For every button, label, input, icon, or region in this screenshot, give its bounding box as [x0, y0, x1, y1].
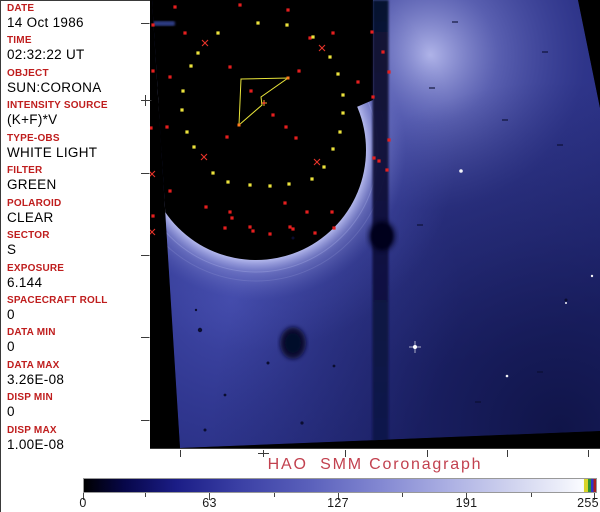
colorbar-tick-label-0: 0 [79, 496, 86, 510]
colorbar-tick-label-3: 191 [456, 496, 478, 510]
field-value: 02:32:22 UT [7, 47, 150, 63]
field-label: DATE [7, 3, 150, 14]
field-object: OBJECTSUN:CORONA [7, 68, 150, 100]
field-label: POLAROID [7, 198, 150, 209]
dust-blob [285, 333, 301, 353]
field-value: SUN:CORONA [7, 80, 150, 96]
exposure-frame [150, 0, 600, 448]
edge-smudge [153, 21, 175, 26]
colorbar-tick-label-2: 127 [327, 496, 349, 510]
field-value: 14 Oct 1986 [7, 15, 150, 31]
field-label: OBJECT [7, 68, 150, 79]
field-label: TIME [7, 35, 150, 46]
field-value: 1.00E-08 [7, 437, 150, 453]
field-value: 3.26E-08 [7, 372, 150, 388]
field-filter: FILTERGREEN [7, 165, 150, 197]
field-time: TIME02:32:22 UT [7, 35, 150, 67]
field-polaroid: POLAROIDCLEAR [7, 198, 150, 230]
pylon-knob [371, 223, 393, 249]
metadata-sidebar: DATE14 Oct 1986 TIME02:32:22 UT OBJECTSU… [0, 0, 150, 455]
field-label: TYPE-OBS [7, 133, 150, 144]
field-type-obs: TYPE-OBSWHITE LIGHT [7, 133, 150, 165]
field-label: DATA MAX [7, 360, 150, 371]
field-label: FILTER [7, 165, 150, 176]
field-label: SECTOR [7, 230, 150, 241]
instrument-caption: HAO SMM Coronagraph [150, 456, 600, 474]
field-date: DATE14 Oct 1986 [7, 3, 150, 35]
field-label: SPACECRAFT ROLL [7, 295, 150, 306]
field-exposure: EXPOSURE6.144 [7, 263, 150, 295]
field-label: DATA MIN [7, 327, 150, 338]
coronagraph-image-panel [150, 0, 600, 448]
field-data-max: DATA MAX3.26E-08 [7, 360, 150, 392]
field-intensity-source: INTENSITY SOURCE(K+F)*V [7, 100, 150, 132]
field-value: GREEN [7, 177, 150, 193]
field-label: DISP MAX [7, 425, 150, 436]
field-sector: SECTORS [7, 230, 150, 262]
field-value: 0 [7, 307, 150, 323]
intensity-colorbar [83, 478, 597, 493]
field-value: (K+F)*V [7, 112, 150, 128]
field-label: EXPOSURE [7, 263, 150, 274]
smm-cp-display-window: DATE14 Oct 1986 TIME02:32:22 UT OBJECTSU… [0, 0, 600, 512]
coronagraph-rendering [150, 0, 600, 448]
field-value: 6.144 [7, 275, 150, 291]
field-data-min: DATA MIN0 [7, 327, 150, 359]
field-label: DISP MIN [7, 392, 150, 403]
colorbar-tick-label-1: 63 [202, 496, 217, 510]
field-spacecraft-roll: SPACECRAFT ROLL0 [7, 295, 150, 327]
field-disp-min: DISP MIN0 [7, 392, 150, 424]
field-value: S [7, 242, 150, 258]
field-value: WHITE LIGHT [7, 145, 150, 161]
field-value: CLEAR [7, 210, 150, 226]
bottom-axis-line [150, 448, 600, 449]
field-value: 0 [7, 339, 150, 355]
field-disp-max: DISP MAX1.00E-08 [7, 425, 150, 457]
colorbar-labels: 0 63 127 191 255 [83, 496, 596, 510]
colorbar-tick-label-4: 255 [577, 496, 599, 510]
field-value: 0 [7, 404, 150, 420]
field-label: INTENSITY SOURCE [7, 100, 150, 111]
